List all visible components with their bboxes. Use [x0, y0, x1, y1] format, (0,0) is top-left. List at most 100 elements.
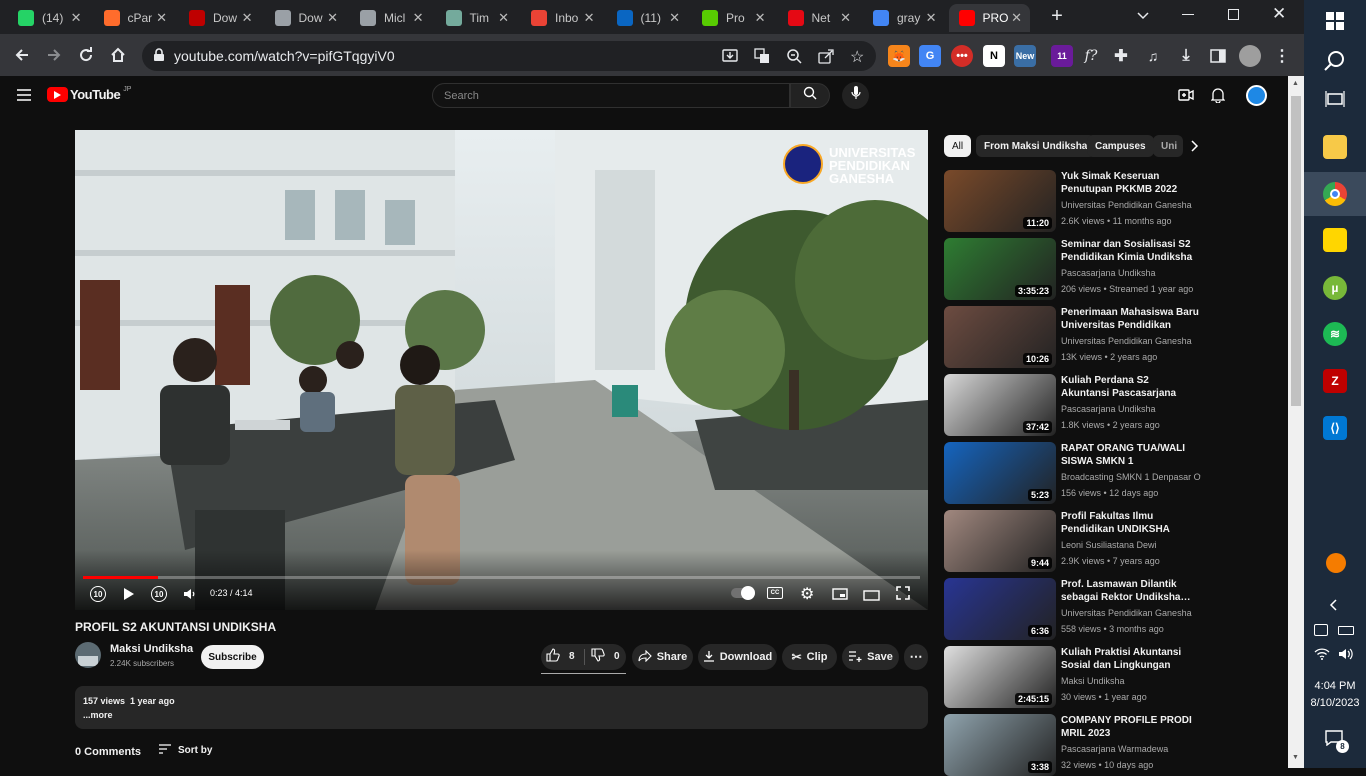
- scroll-up-arrow-icon[interactable]: ▲: [1292, 80, 1299, 87]
- side-panel-icon[interactable]: [1207, 45, 1229, 67]
- back-button[interactable]: [10, 43, 34, 67]
- chrome-menu-icon[interactable]: ⋮: [1271, 45, 1293, 67]
- video-thumbnail[interactable]: 11:20: [944, 170, 1056, 232]
- video-thumbnail[interactable]: 37:42: [944, 374, 1056, 436]
- address-bar[interactable]: youtube.com/watch?v=pifGTqgyiV0 ☆: [142, 41, 876, 71]
- notion-extension-icon[interactable]: N: [983, 45, 1005, 67]
- wifi-icon[interactable]: [1314, 647, 1330, 665]
- spotify-icon[interactable]: ≋: [1323, 322, 1347, 346]
- video-thumbnail[interactable]: 10:26: [944, 306, 1056, 368]
- home-button[interactable]: [106, 43, 130, 67]
- chips-next-arrow-icon[interactable]: [1189, 139, 1199, 158]
- recommendation-item[interactable]: 3:38 COMPANY PROFILE PRODI MRIL 2023 Pasca…: [944, 714, 1288, 776]
- channel-avatar[interactable]: [75, 642, 101, 668]
- search-input[interactable]: Search: [432, 83, 790, 108]
- recommendation-item[interactable]: 2:45:15 Kuliah Praktisi Akuntansi Sosial …: [944, 646, 1288, 708]
- browser-tab[interactable]: (14) ✕: [8, 4, 90, 32]
- clock-date[interactable]: 8/10/2023: [1304, 697, 1366, 709]
- recommendation-title[interactable]: RAPAT ORANG TUA/WALI SISWA SMKN 1 DENPAS…: [1061, 442, 1199, 468]
- browser-tab[interactable]: Dow ✕: [265, 4, 347, 32]
- close-tab-icon[interactable]: ✕: [498, 10, 509, 26]
- zoom-icon[interactable]: [786, 48, 802, 67]
- search-icon[interactable]: [1324, 50, 1346, 77]
- close-tab-icon[interactable]: ✕: [327, 10, 338, 26]
- video-player[interactable]: UNIVERSITAS PENDIDIKAN GANESHA: [75, 130, 928, 610]
- page-scrollbar[interactable]: ▲ ▼: [1288, 76, 1304, 768]
- battery-icon[interactable]: [1338, 626, 1354, 635]
- recommendation-title[interactable]: COMPANY PROFILE PRODI MRIL 2023: [1061, 714, 1199, 740]
- forward-10-button[interactable]: 10: [151, 586, 167, 602]
- download-button[interactable]: Download: [698, 644, 777, 670]
- guide-menu-icon[interactable]: [16, 88, 32, 107]
- window-close-button[interactable]: ✕: [1272, 4, 1286, 24]
- recommendation-channel[interactable]: Broadcasting SMKN 1 Denpasar Offi…: [1061, 472, 1201, 482]
- lastpass-extension-icon[interactable]: •••: [951, 45, 973, 67]
- clip-button[interactable]: ✂ Clip: [782, 644, 837, 670]
- recommendation-channel[interactable]: Pascasarjana Warmadewa: [1061, 744, 1201, 754]
- chip-uni[interactable]: Uni: [1153, 135, 1183, 157]
- browser-tab[interactable]: Micl ✕: [350, 4, 432, 32]
- show-hidden-icons-icon[interactable]: [1328, 598, 1338, 617]
- video-thumbnail[interactable]: 9:44: [944, 510, 1056, 572]
- search-button[interactable]: [790, 83, 830, 108]
- create-video-icon[interactable]: [1178, 88, 1194, 107]
- volume-tray-icon[interactable]: [1338, 647, 1354, 665]
- show-more-link[interactable]: ...more: [83, 710, 113, 720]
- recommendation-title[interactable]: Kuliah Perdana S2 Akuntansi Pascasarjana…: [1061, 374, 1199, 400]
- autoplay-toggle[interactable]: [731, 586, 755, 600]
- settings-gear-icon[interactable]: ⚙: [800, 584, 814, 604]
- recommendation-title[interactable]: Prof. Lasmawan Dilantik sebagai Rektor U…: [1061, 578, 1199, 604]
- description-box[interactable]: 157 views 1 year ago ...more: [75, 686, 928, 729]
- share-icon[interactable]: [818, 48, 834, 67]
- stackoverflow-extension-icon[interactable]: New: [1014, 45, 1036, 67]
- recommendation-title[interactable]: Kuliah Praktisi Akuntansi Sosial dan Lin…: [1061, 646, 1199, 672]
- metamask-extension-icon[interactable]: 🦊: [888, 45, 910, 67]
- tray-app-icon[interactable]: [1314, 624, 1328, 636]
- recommendation-title[interactable]: Penerimaan Mahasiswa Baru Universitas Pe…: [1061, 306, 1199, 332]
- site-info-icon[interactable]: [153, 48, 165, 65]
- recommendation-channel[interactable]: Pascasarjana Undiksha: [1061, 268, 1201, 278]
- close-tab-icon[interactable]: ✕: [1011, 10, 1022, 26]
- fullscreen-button[interactable]: [896, 586, 910, 603]
- recommendation-item[interactable]: 9:44 Profil Fakultas Ilmu Pendidikan UNDI…: [944, 510, 1288, 572]
- account-avatar[interactable]: [1246, 85, 1267, 106]
- video-thumbnail[interactable]: 3:38: [944, 714, 1056, 776]
- theater-mode-button[interactable]: [863, 588, 880, 604]
- browser-tab[interactable]: gray ✕: [863, 4, 945, 32]
- downloads-icon[interactable]: ⤓: [1175, 45, 1197, 67]
- browser-tab[interactable]: (11) ✕: [607, 4, 689, 32]
- formula-extension-icon[interactable]: f?: [1080, 45, 1102, 67]
- close-tab-icon[interactable]: ✕: [755, 10, 766, 26]
- more-actions-button[interactable]: ⋯: [904, 644, 928, 670]
- bookmark-star-icon[interactable]: ☆: [850, 47, 864, 67]
- youtube-logo[interactable]: YouTube JP: [47, 86, 131, 102]
- chip-from-channel[interactable]: From Maksi Undiksha: [976, 135, 1096, 157]
- clock-time[interactable]: 4:04 PM: [1304, 680, 1366, 692]
- save-button[interactable]: Save: [842, 644, 899, 670]
- recommendation-item[interactable]: 37:42 Kuliah Perdana S2 Akuntansi Pascasa…: [944, 374, 1288, 436]
- close-tab-icon[interactable]: ✕: [413, 10, 424, 26]
- browser-tab[interactable]: PRO ✕: [948, 4, 1030, 32]
- like-button[interactable]: 8: [546, 648, 575, 665]
- close-tab-icon[interactable]: ✕: [156, 10, 167, 26]
- miniplayer-button[interactable]: [832, 587, 848, 603]
- extensions-puzzle-icon[interactable]: ✚: [1110, 45, 1132, 67]
- progress-bar[interactable]: [83, 576, 920, 579]
- tab-search-button[interactable]: [1134, 6, 1152, 24]
- chip-all[interactable]: All: [944, 135, 972, 157]
- scroll-down-arrow-icon[interactable]: ▼: [1292, 754, 1299, 761]
- window-minimize-button[interactable]: [1182, 14, 1194, 15]
- chip-campuses[interactable]: Campuses: [1087, 135, 1154, 157]
- translate-icon[interactable]: [754, 48, 770, 67]
- new-tab-button[interactable]: +: [1046, 6, 1068, 28]
- windows-start-icon[interactable]: [1326, 12, 1344, 35]
- video-thumbnail[interactable]: 2:45:15: [944, 646, 1056, 708]
- share-button[interactable]: Share: [632, 644, 693, 670]
- utorrent-icon[interactable]: µ: [1323, 276, 1347, 300]
- dislike-button[interactable]: 0: [591, 648, 620, 665]
- play-button[interactable]: [123, 587, 135, 604]
- google-translate-extension-icon[interactable]: G: [919, 45, 941, 67]
- browser-tab[interactable]: cPar ✕: [94, 4, 176, 32]
- recommendation-item[interactable]: 3:35:23 Seminar dan Sosialisasi S2 Pendid…: [944, 238, 1288, 300]
- close-tab-icon[interactable]: ✕: [669, 10, 680, 26]
